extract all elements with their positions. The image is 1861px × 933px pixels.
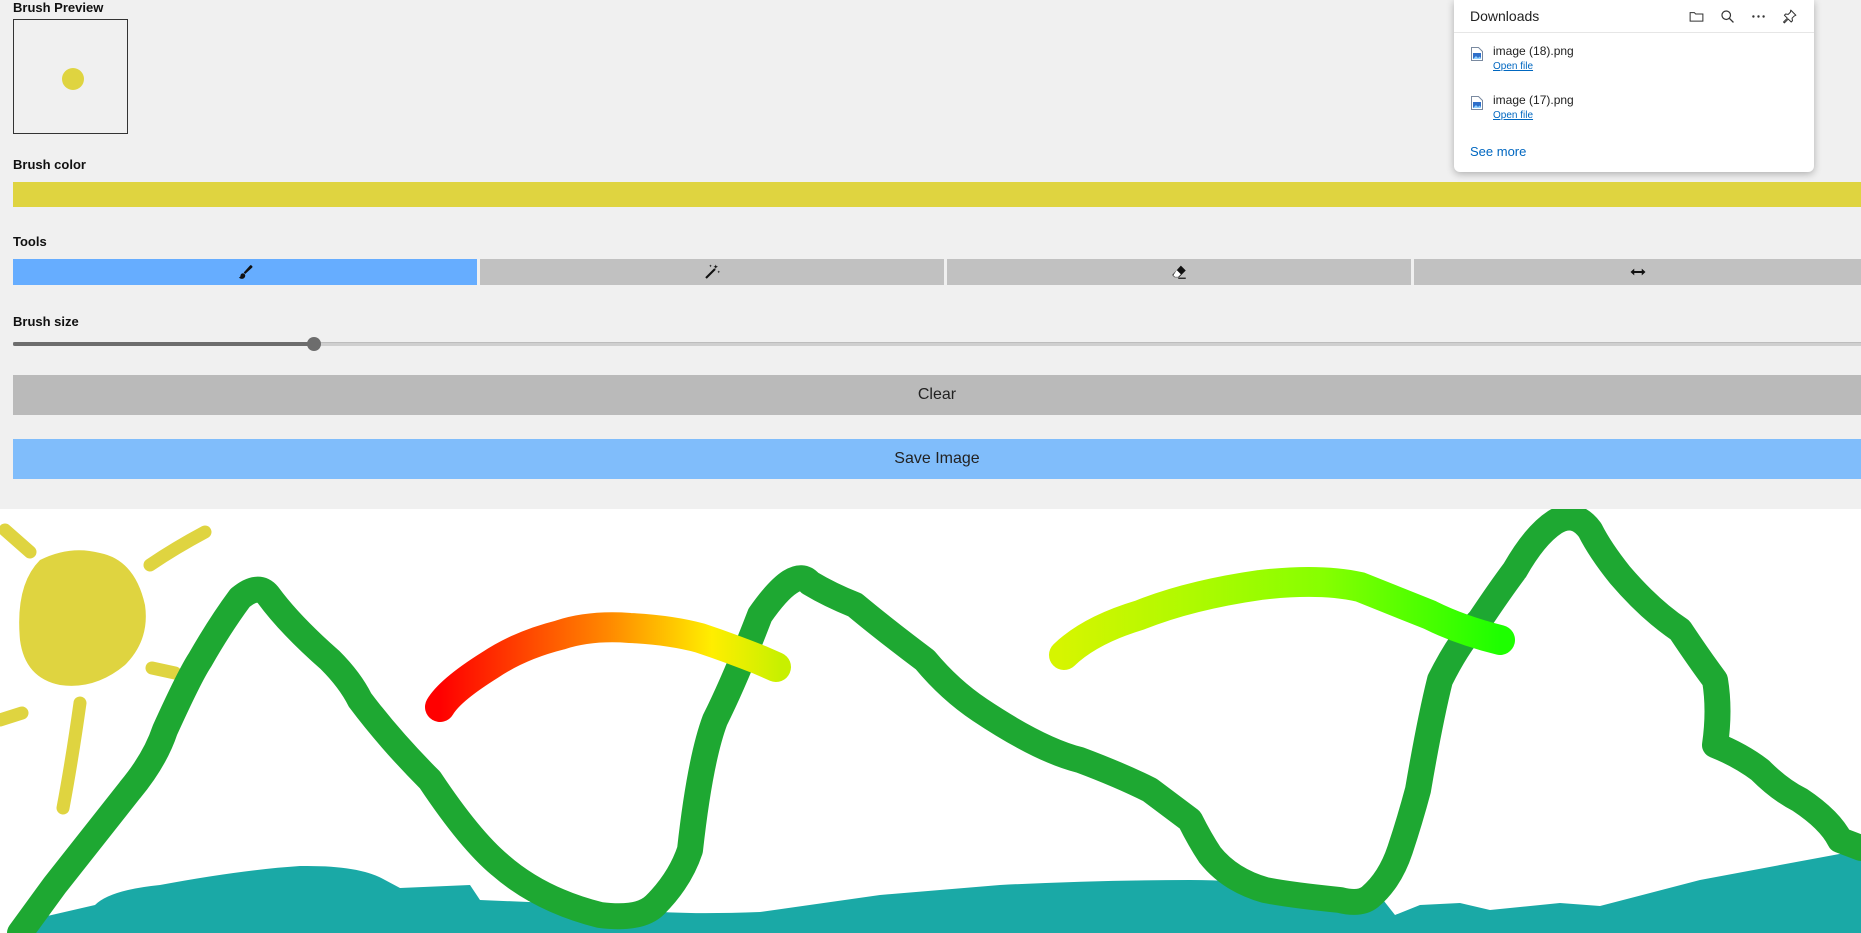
tools-toolbar — [13, 259, 1861, 285]
search-icon[interactable] — [1719, 8, 1736, 25]
download-item[interactable]: image (17).png Open file — [1454, 82, 1814, 131]
horizontal-arrows-icon — [1630, 268, 1645, 276]
more-icon[interactable] — [1750, 8, 1767, 25]
open-file-link[interactable]: Open file — [1493, 61, 1533, 72]
gradient-stroke-green — [1049, 566, 1515, 670]
brush-icon — [238, 265, 253, 279]
drawing-canvas[interactable] — [0, 509, 1861, 933]
resize-tool-button[interactable] — [1414, 259, 1861, 285]
downloads-title: Downloads — [1470, 8, 1540, 24]
image-file-icon — [1471, 96, 1483, 110]
folder-icon[interactable] — [1688, 8, 1705, 25]
save-image-button[interactable]: Save Image — [13, 439, 1861, 479]
brush-size-slider[interactable] — [13, 336, 1861, 354]
downloads-header: Downloads — [1454, 0, 1814, 33]
drawing-artwork — [0, 509, 1861, 933]
clear-button[interactable]: Clear — [13, 375, 1861, 415]
download-item[interactable]: image (18).png Open file — [1454, 33, 1814, 82]
slider-thumb[interactable] — [307, 337, 321, 351]
see-more-link[interactable]: See more — [1470, 144, 1526, 159]
slider-fill — [13, 342, 314, 346]
magic-tool-button[interactable] — [480, 259, 947, 285]
eraser-icon — [1172, 265, 1186, 279]
open-file-link[interactable]: Open file — [1493, 110, 1533, 121]
brush-preview — [13, 19, 128, 134]
sun-shape — [19, 550, 146, 686]
brush-size-label: Brush size — [13, 314, 79, 329]
download-filename: image (17).png — [1493, 93, 1574, 107]
water — [15, 850, 1861, 933]
brush-color-label: Brush color — [13, 157, 86, 172]
brush-tool-button[interactable] — [13, 259, 480, 285]
image-file-icon — [1471, 47, 1483, 61]
pin-icon[interactable] — [1781, 8, 1798, 25]
download-filename: image (18).png — [1493, 44, 1574, 58]
magic-wand-icon — [705, 264, 721, 279]
eraser-tool-button[interactable] — [947, 259, 1414, 285]
tools-label: Tools — [13, 234, 47, 249]
brush-preview-label: Brush Preview — [13, 0, 104, 15]
brush-color-picker[interactable] — [13, 182, 1861, 207]
downloads-panel: Downloads image (18).png Open file image… — [1454, 0, 1814, 172]
brush-preview-dot — [62, 68, 84, 90]
